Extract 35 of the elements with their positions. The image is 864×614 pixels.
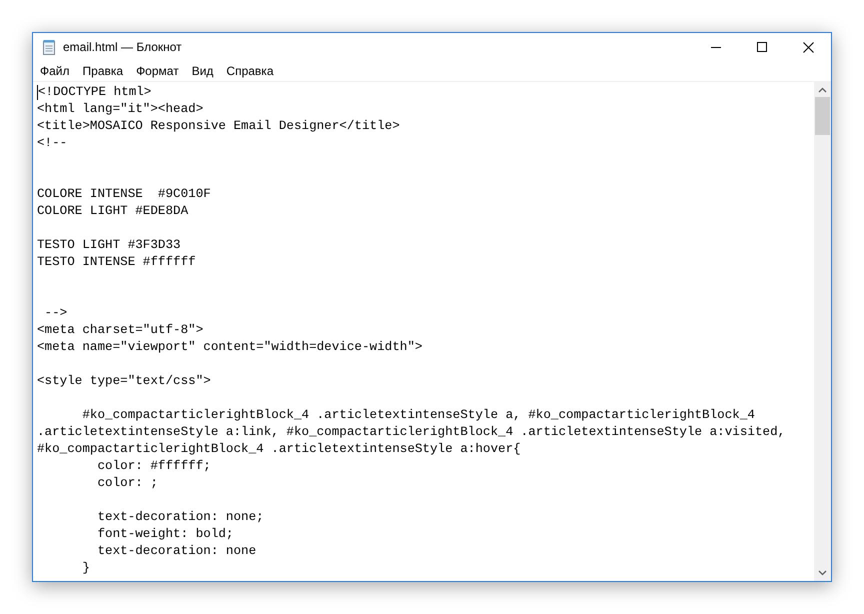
code-line: TESTO INTENSE #ffffff: [37, 254, 196, 272]
code-line: #ko_compactarticlerightBlock_4 .articletextintenseStyle a, #ko_compactarticlerightBlock_4: [81, 407, 755, 424]
code-line: text-decoration: none: [96, 543, 256, 560]
code-line: color: #ffffff;: [96, 458, 211, 476]
menu-item[interactable]: Справка: [226, 62, 274, 80]
close-icon: [802, 42, 814, 52]
code-line: text-decoration: none;: [96, 509, 264, 526]
code-line: <style type="text/css">: [37, 373, 211, 390]
code-line: COLORE INTENSE #9C010F: [37, 186, 211, 204]
code-line: font-weight: bold;: [96, 526, 234, 544]
code-line: -->: [44, 305, 68, 322]
menu-item[interactable]: Формат: [136, 62, 179, 80]
scrollbar-thumb[interactable]: [815, 97, 830, 135]
menu-item[interactable]: Правка: [82, 62, 124, 80]
code-line: COLORE LIGHT #EDE8DA: [37, 203, 188, 220]
code-line: <!--: [37, 135, 68, 152]
code-line: }: [81, 560, 90, 578]
code-line: color: ;: [96, 475, 158, 492]
scroll-down-icon[interactable]: [818, 570, 827, 576]
code-line: .articletextintenseStyle a:link, #ko_compactarticlerightBlock_4 .articletextintenseStyle a:visited,: [37, 424, 786, 442]
menu-item[interactable]: Файл: [40, 62, 70, 80]
code-line: <meta name="viewport" content="width=device-width">: [37, 339, 422, 356]
maximize-icon: [757, 42, 767, 52]
code-line: TESTO LIGHT #3F3D33: [37, 237, 181, 254]
menu-item[interactable]: Вид: [192, 62, 214, 80]
scroll-up-icon[interactable]: [818, 87, 827, 93]
code-line: <title>MOSAICO Responsive Email Designer</title>: [37, 118, 400, 136]
code-line: <meta charset="utf-8">: [37, 322, 204, 340]
notepad-icon: [41, 39, 57, 55]
scrollbar[interactable]: [814, 82, 831, 581]
code-line: #ko_compactarticlerightBlock_4 .articletextintenseStyle a:hover{: [37, 441, 521, 458]
window-title: email.html — Блокнот: [63, 39, 182, 56]
code-line: <html lang="it"><head>: [37, 101, 204, 118]
text-cursor: [37, 85, 38, 100]
code-line: <!DOCTYPE html>: [38, 84, 152, 102]
